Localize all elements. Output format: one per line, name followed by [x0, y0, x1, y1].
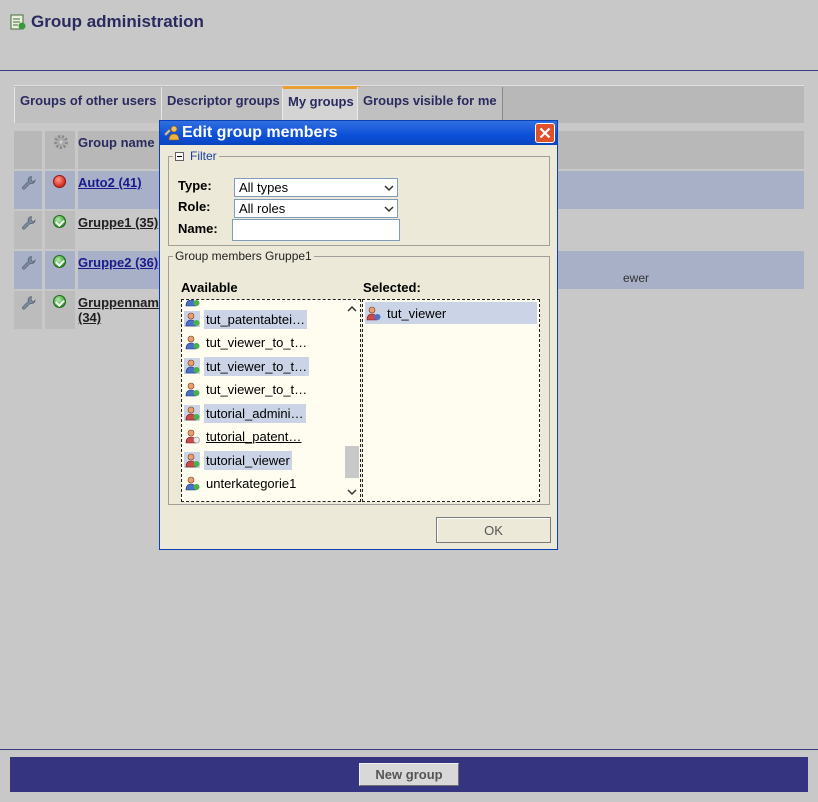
scroll-thumb[interactable] — [345, 446, 359, 478]
status-ok-icon — [53, 255, 66, 268]
ok-button[interactable]: OK — [436, 517, 551, 543]
tab-groups-of-other-users[interactable]: Groups of other users — [14, 87, 163, 123]
wrench-icon[interactable] — [21, 255, 37, 271]
dialog-title: Edit group members — [182, 124, 338, 141]
available-scrollbar[interactable] — [344, 300, 360, 501]
row-note: ewer — [623, 271, 650, 285]
role-select-value: All roles — [239, 201, 286, 216]
role-select[interactable]: All roles — [234, 199, 398, 218]
new-group-button[interactable]: New group — [359, 763, 459, 786]
group-members-icon — [163, 125, 180, 141]
wrench-icon[interactable] — [21, 175, 37, 191]
status-cell — [45, 251, 75, 289]
gear-icon — [54, 135, 68, 149]
header-divider — [0, 70, 818, 71]
user-icon — [184, 358, 200, 374]
header-edit-cell — [14, 131, 42, 169]
close-icon — [539, 127, 551, 139]
type-label: Type: — [178, 178, 212, 193]
list-item[interactable]: tut_viewer_to_t… — [184, 331, 309, 353]
close-button[interactable] — [535, 123, 555, 143]
status-error-icon — [53, 175, 66, 188]
scroll-down-icon[interactable] — [347, 487, 357, 497]
edit-cell — [14, 251, 42, 289]
list-item-label: tut_viewer — [385, 303, 449, 323]
list-item[interactable]: tut_viewer_to_t… — [184, 378, 309, 400]
group-members-legend: Group members Gruppe1 — [175, 249, 312, 263]
tab-descriptor-groups[interactable]: Descriptor groups — [161, 87, 286, 123]
name-label: Name: — [178, 221, 218, 236]
list-item[interactable]: tutorial_patent… — [184, 425, 303, 447]
list-item[interactable]: unterkategorie1 — [184, 472, 298, 494]
list-item[interactable]: tutorial_viewer — [184, 449, 292, 471]
group-link[interactable]: Gruppennam — [78, 295, 159, 310]
tabs-bar: Groups of other users Descriptor groups … — [14, 85, 804, 124]
chevron-down-icon — [384, 185, 394, 192]
group-link[interactable]: Gruppe1 (35) — [78, 215, 158, 230]
wrench-icon[interactable] — [21, 295, 37, 311]
list-item-label: tutorial_patent… — [206, 428, 302, 444]
user-icon — [365, 305, 381, 321]
user-icon — [185, 382, 200, 397]
collapse-toggle-icon[interactable] — [175, 152, 184, 161]
header-status-cell — [45, 131, 75, 169]
status-cell — [45, 211, 75, 249]
footer-bar: New group — [10, 757, 808, 792]
filter-legend[interactable]: Filter — [173, 149, 219, 163]
page-header: Group administration — [10, 10, 204, 34]
footer-divider — [0, 749, 818, 750]
group-link[interactable]: Gruppe2 (36) — [78, 255, 158, 270]
status-cell — [45, 171, 75, 209]
group-members-fieldset: Group members Gruppe1 Available Selected… — [168, 249, 550, 505]
list-item-label: tutorial_viewer — [204, 450, 292, 470]
filter-legend-label: Filter — [190, 149, 217, 163]
list-item[interactable]: tutorial_admini… — [184, 402, 306, 424]
dialog-titlebar[interactable]: Edit group members — [160, 121, 557, 145]
type-select[interactable]: All types — [234, 178, 398, 197]
status-ok-icon — [53, 215, 66, 228]
status-ok-icon — [53, 295, 66, 308]
list-item[interactable]: tut_patentabtei… — [184, 308, 308, 330]
selected-list[interactable]: tut_viewer — [362, 299, 540, 502]
edit-cell — [14, 291, 42, 329]
user-icon — [185, 300, 200, 307]
list-item-label: unterkategorie1 — [206, 475, 297, 491]
user-icon — [184, 405, 200, 421]
name-filter-input[interactable] — [232, 219, 400, 241]
edit-cell — [14, 211, 42, 249]
list-item[interactable]: tut_viewer_to_t… — [184, 355, 310, 377]
list-item-label: tut_viewer_to_t… — [206, 381, 308, 397]
edit-cell — [14, 171, 42, 209]
available-heading: Available — [181, 280, 238, 295]
filter-fieldset: Filter Type: All types Role: All roles N… — [168, 149, 550, 246]
list-item-label: tut_viewer_to_t… — [204, 356, 310, 376]
user-icon — [185, 335, 200, 350]
tab-groups-visible-for-me[interactable]: Groups visible for me — [357, 87, 503, 123]
group-link-line2[interactable]: (34) — [78, 310, 101, 325]
list-item-label: tut_patentabtei… — [204, 309, 308, 329]
status-cell — [45, 291, 75, 329]
user-icon — [184, 452, 200, 468]
page-title: Group administration — [31, 12, 204, 31]
type-select-value: All types — [239, 180, 289, 195]
scroll-up-icon[interactable] — [347, 304, 357, 314]
user-icon — [185, 429, 200, 444]
list-item[interactable]: tut_viewer — [365, 302, 537, 324]
user-icon — [185, 476, 200, 491]
edit-group-members-dialog: Edit group members Filter Type: All type… — [159, 120, 558, 550]
available-list[interactable]: tut_patentabtei… tut_viewer_to_t… tut_vi… — [181, 299, 361, 502]
selected-heading: Selected: — [363, 280, 421, 295]
list-item-label: tut_viewer_to_t… — [206, 334, 308, 350]
list-item-label: tutorial_admini… — [204, 403, 306, 423]
user-icon — [184, 311, 200, 327]
group-link[interactable]: Auto2 (41) — [78, 175, 142, 190]
wrench-icon[interactable] — [21, 215, 37, 231]
chevron-down-icon — [384, 206, 394, 213]
tab-my-groups[interactable]: My groups — [282, 86, 360, 124]
group-admin-icon — [10, 14, 26, 30]
role-label: Role: — [178, 199, 211, 214]
